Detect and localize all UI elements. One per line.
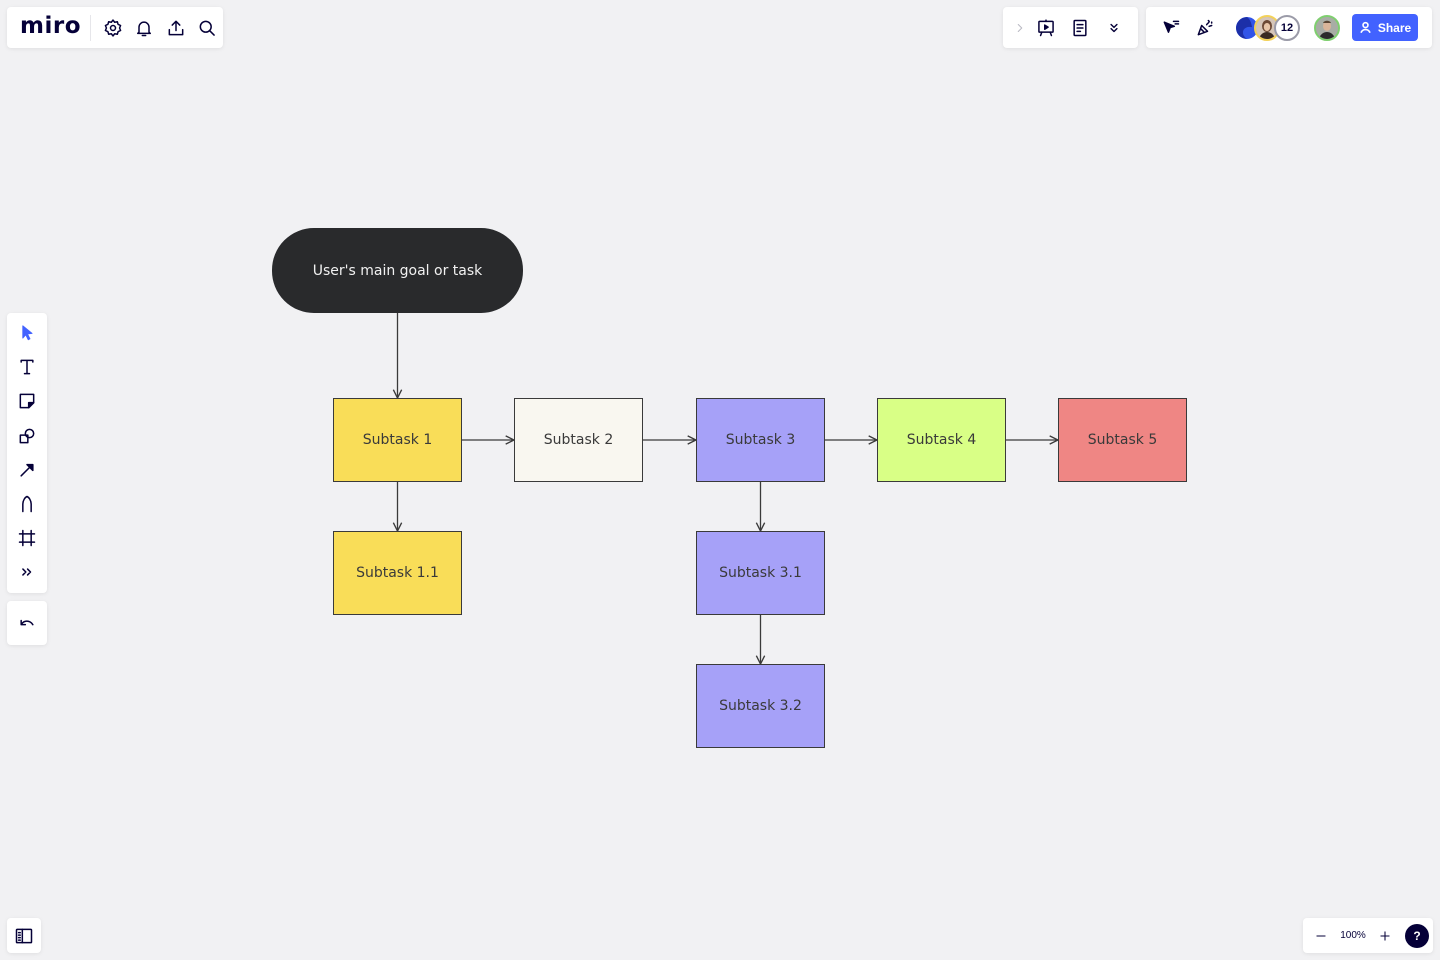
expand-chevron-icon[interactable]	[1011, 11, 1029, 45]
subtask-node[interactable]: Subtask 3.1	[696, 531, 825, 615]
current-user-avatar[interactable]	[1314, 14, 1340, 41]
node-label: Subtask 1	[362, 432, 433, 448]
share-label: Share	[1377, 20, 1412, 35]
node-label: Subtask 3.1	[719, 565, 802, 581]
main-menu-bar: miro	[7, 7, 223, 48]
subtask-node[interactable]: Subtask 3.2	[696, 664, 825, 748]
celebrate-icon[interactable]	[1188, 11, 1222, 45]
node-label: Subtask 4	[906, 432, 977, 448]
more-chevrons-icon[interactable]	[1097, 11, 1131, 45]
shapes-icon[interactable]	[7, 419, 47, 453]
subtask-node[interactable]: Subtask 1	[333, 398, 462, 482]
notifications-icon[interactable]	[128, 11, 160, 45]
node-label: Subtask 3.2	[719, 698, 802, 714]
view-tools-bar	[1003, 7, 1138, 48]
zoom-level[interactable]: 100%	[1335, 930, 1371, 941]
node-label: User's main goal or task	[312, 262, 483, 279]
zoom-controls: 100% ?	[1303, 918, 1433, 953]
zoom-out-icon[interactable]	[1307, 919, 1335, 953]
frame-icon[interactable]	[7, 521, 47, 555]
collaborators-avatars[interactable]: 12	[1234, 14, 1300, 41]
sticky-note-icon[interactable]	[7, 384, 47, 418]
subtask-node[interactable]: Subtask 4	[877, 398, 1006, 482]
node-label: Subtask 2	[543, 432, 614, 448]
miro-logo[interactable]: miro	[20, 14, 81, 38]
help-button[interactable]: ?	[1405, 923, 1429, 948]
node-label: Subtask 1.1	[356, 565, 439, 581]
connection-line-icon[interactable]	[7, 453, 47, 487]
search-icon[interactable]	[191, 11, 223, 45]
share-button[interactable]: Share	[1352, 14, 1418, 41]
divider	[90, 14, 91, 41]
node-label: Subtask 3	[725, 432, 796, 448]
upload-icon[interactable]	[160, 11, 192, 45]
subtask-node[interactable]: Subtask 2	[514, 398, 643, 482]
frames-panel-toggle[interactable]	[7, 918, 41, 953]
undo-icon[interactable]	[10, 606, 44, 640]
text-tool-icon[interactable]	[7, 350, 47, 384]
collaborator-count-badge[interactable]: 12	[1274, 14, 1300, 41]
sidebar-panel-icon[interactable]	[12, 924, 36, 948]
subtask-node[interactable]: Subtask 1.1	[333, 531, 462, 615]
pen-icon[interactable]	[7, 487, 47, 521]
node-label: Subtask 5	[1087, 432, 1158, 448]
undo-panel	[7, 601, 47, 645]
collaboration-bar: 12 Share	[1146, 7, 1432, 48]
notes-icon[interactable]	[1063, 11, 1097, 45]
root-goal-node[interactable]: User's main goal or task	[272, 228, 523, 313]
more-tools-icon[interactable]	[7, 555, 47, 589]
zoom-in-icon[interactable]	[1371, 919, 1399, 953]
creation-toolbar	[7, 313, 47, 593]
presentation-icon[interactable]	[1029, 11, 1063, 45]
settings-icon[interactable]	[97, 11, 129, 45]
reactions-cursor-icon[interactable]	[1154, 11, 1188, 45]
subtask-node[interactable]: Subtask 5	[1058, 398, 1187, 482]
select-cursor-icon[interactable]	[7, 316, 47, 350]
subtask-node[interactable]: Subtask 3	[696, 398, 825, 482]
user-icon	[1360, 21, 1371, 34]
board-canvas[interactable]: User's main goal or task Subtask 1 Subta…	[0, 0, 1440, 960]
